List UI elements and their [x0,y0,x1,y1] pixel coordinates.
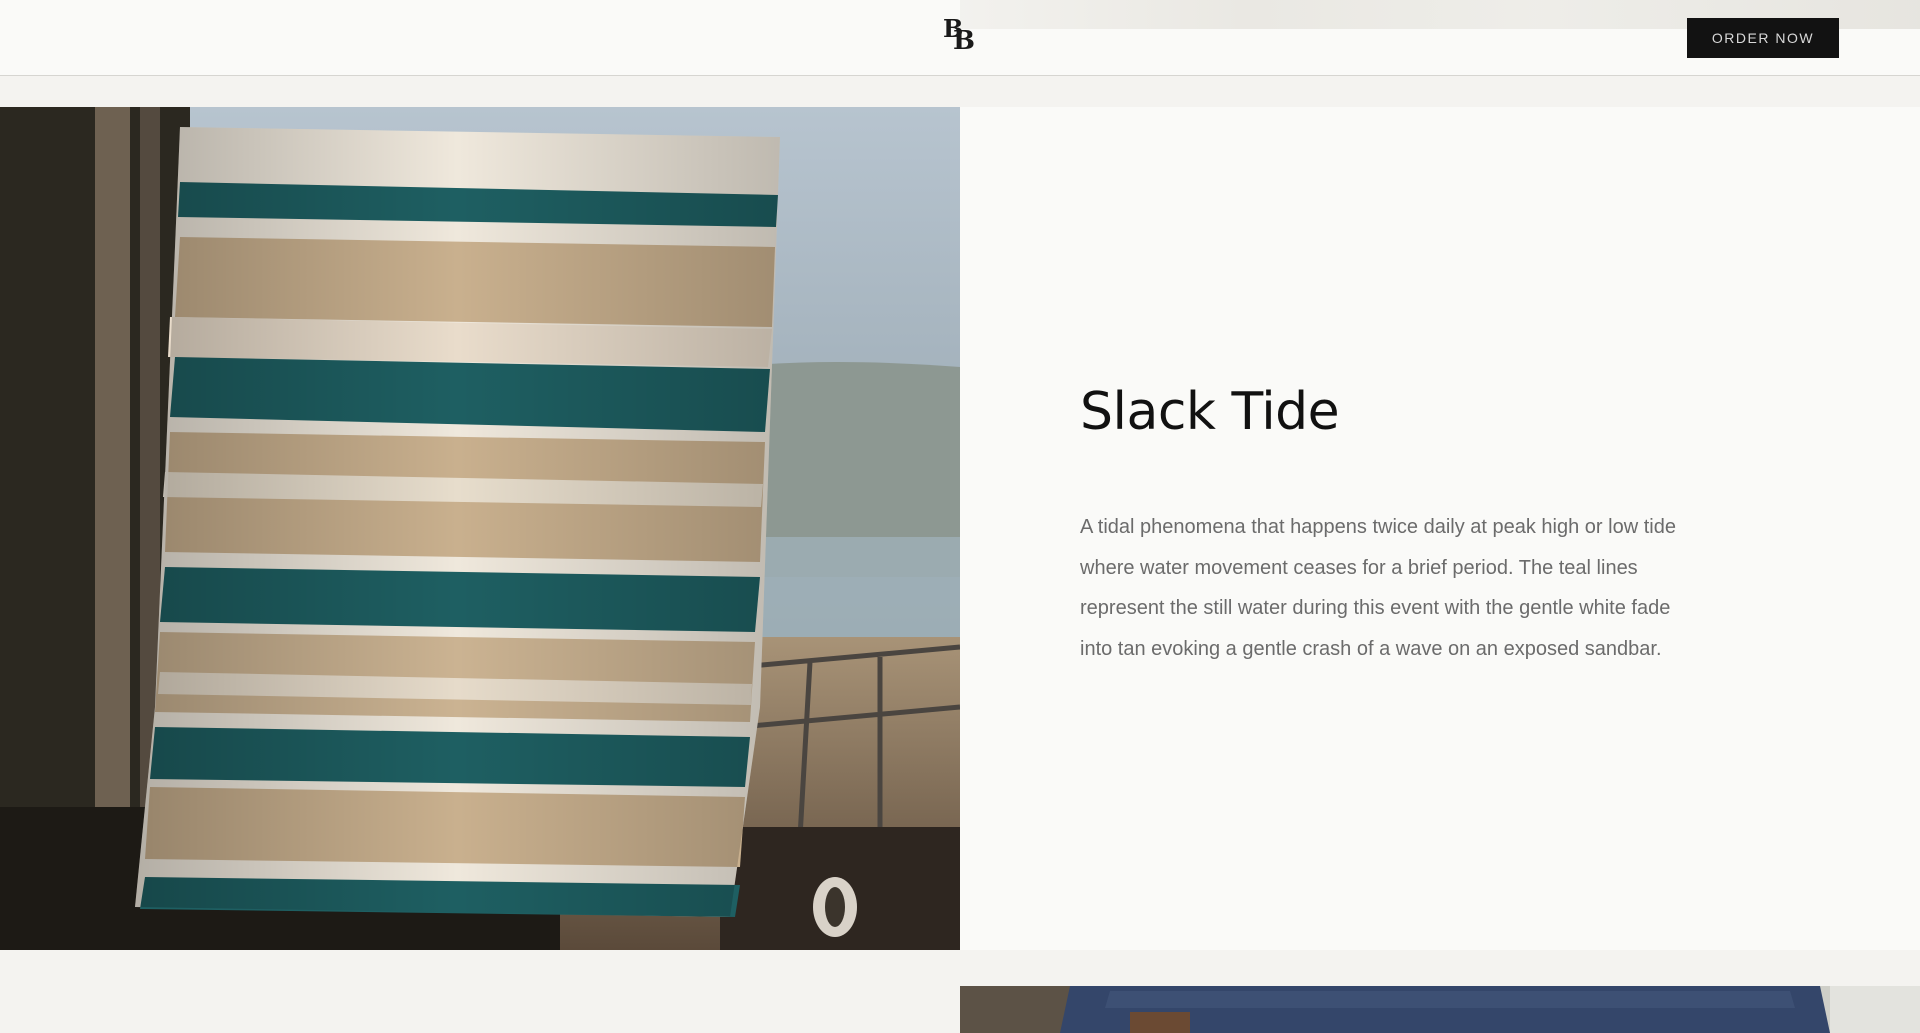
order-now-button[interactable]: ORDER NOW [1687,18,1839,58]
product-title: Slack Tide [1080,382,1340,442]
brand-logo[interactable]: B B [943,17,977,57]
next-product-photo [960,986,1920,1033]
logo-letter-2: B [953,26,975,56]
product-details-panel: Slack Tide A tidal phenomena that happen… [960,107,1920,950]
product-description: A tidal phenomena that happens twice dai… [1080,516,1676,660]
blanket-photo-illustration [0,107,960,950]
next-product-photo-illustration [960,986,1920,1033]
site-header: B B ORDER NOW [0,0,1920,76]
blanket-photo [0,107,960,950]
